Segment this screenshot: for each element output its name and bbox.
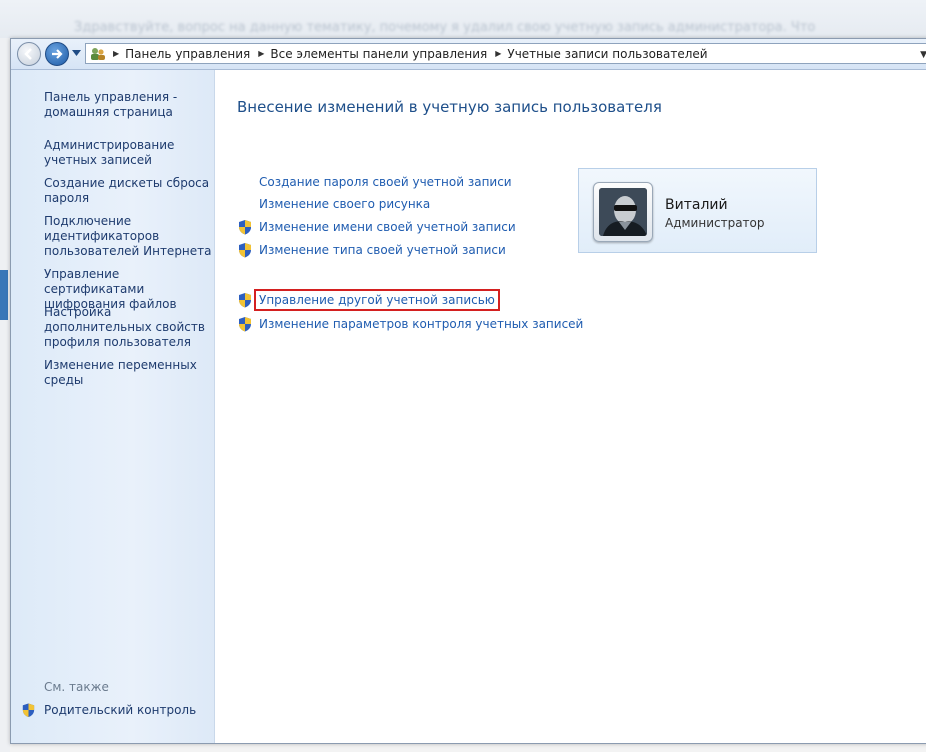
arrow-right-icon bbox=[52, 49, 63, 59]
background-left-edge bbox=[0, 38, 10, 752]
shield-icon bbox=[239, 220, 251, 235]
avatar bbox=[593, 182, 653, 242]
task-label: Изменение своего рисунка bbox=[259, 197, 431, 211]
breadcrumb-control-panel[interactable]: Панель управления bbox=[125, 47, 250, 61]
sidebar-link-online-ids[interactable]: Подключение идентификаторов пользователе… bbox=[44, 214, 212, 259]
arrow-left-icon bbox=[24, 48, 32, 60]
task-change-name[interactable]: Изменение имени своей учетной записи bbox=[237, 219, 516, 235]
back-button[interactable] bbox=[17, 42, 41, 66]
task-manage-another-account[interactable]: Управление другой учетной записью bbox=[237, 289, 500, 311]
main-content: Внесение изменений в учетную запись поль… bbox=[215, 70, 926, 743]
task-label: Изменение параметров контроля учетных за… bbox=[259, 317, 584, 331]
avatar-photo bbox=[599, 188, 647, 236]
task-change-picture[interactable]: Изменение своего рисунка bbox=[237, 197, 430, 211]
sidebar-link-home[interactable]: Панель управления - домашняя страница bbox=[44, 90, 212, 120]
task-label-highlighted: Управление другой учетной записью bbox=[254, 289, 500, 311]
sidebar-link-env-variables[interactable]: Изменение переменных среды bbox=[44, 358, 212, 388]
background-blurred-text: Здравствуйте, вопрос на данную тематику,… bbox=[74, 20, 816, 35]
task-change-type[interactable]: Изменение типа своей учетной записи bbox=[237, 242, 506, 258]
shield-icon bbox=[22, 703, 35, 718]
user-card: Виталий Администратор bbox=[578, 168, 817, 253]
chevron-right-icon[interactable]: ▶ bbox=[258, 49, 264, 58]
see-also-heading: См. также bbox=[44, 680, 109, 694]
address-bar[interactable]: ▶ Панель управления ▶ Все элементы панел… bbox=[85, 43, 926, 64]
recent-pages-dropdown-icon[interactable] bbox=[72, 50, 81, 56]
sidebar-link-profile-properties[interactable]: Настройка дополнительных свойств профиля… bbox=[44, 305, 212, 350]
background-left-accent bbox=[0, 270, 8, 320]
task-label: Изменение имени своей учетной записи bbox=[259, 220, 516, 234]
task-uac-settings[interactable]: Изменение параметров контроля учетных за… bbox=[237, 316, 583, 332]
shield-icon bbox=[239, 243, 251, 258]
shield-icon bbox=[239, 317, 251, 332]
task-label: Изменение типа своей учетной записи bbox=[259, 243, 506, 257]
sidebar-link-manage-accounts[interactable]: Администрирование учетных записей bbox=[44, 138, 212, 168]
user-role: Администратор bbox=[665, 216, 765, 230]
control-panel-window: ▶ Панель управления ▶ Все элементы панел… bbox=[10, 38, 926, 744]
chevron-right-icon: ▶ bbox=[113, 49, 120, 58]
chevron-right-icon[interactable]: ▶ bbox=[495, 49, 501, 58]
parental-control-label: Родительский контроль bbox=[44, 703, 197, 717]
navigation-toolbar: ▶ Панель управления ▶ Все элементы панел… bbox=[11, 39, 926, 70]
breadcrumb-all-items[interactable]: Все элементы панели управления bbox=[270, 47, 487, 61]
address-dropdown-icon[interactable]: ▼ bbox=[920, 50, 926, 60]
forward-button[interactable] bbox=[45, 42, 69, 66]
sidebar: Панель управления - домашняя страница Ад… bbox=[11, 70, 215, 743]
parental-control-link[interactable]: Родительский контроль bbox=[21, 702, 196, 718]
page-title: Внесение изменений в учетную запись поль… bbox=[237, 98, 662, 116]
user-photo-icon bbox=[599, 188, 647, 236]
user-accounts-icon bbox=[91, 47, 105, 60]
task-create-password[interactable]: Создание пароля своей учетной записи bbox=[237, 175, 512, 189]
task-label: Создание пароля своей учетной записи bbox=[259, 175, 512, 189]
sidebar-link-reset-disk[interactable]: Создание дискеты сброса пароля bbox=[44, 176, 212, 206]
user-name: Виталий bbox=[665, 197, 728, 213]
shield-icon bbox=[239, 293, 251, 308]
breadcrumb-user-accounts[interactable]: Учетные записи пользователей bbox=[507, 47, 707, 61]
